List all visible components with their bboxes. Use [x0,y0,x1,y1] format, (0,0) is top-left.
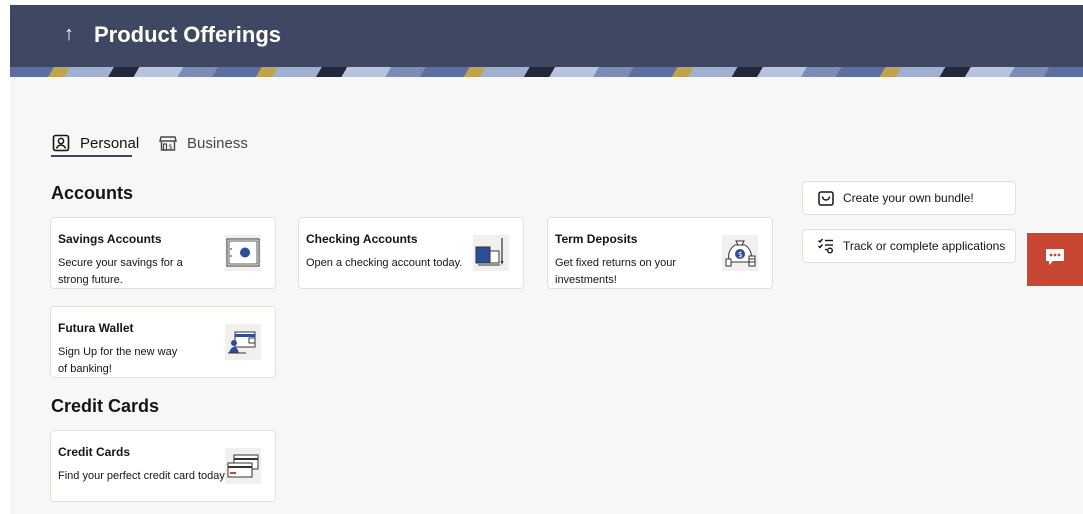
tab-personal-label: Personal [80,134,140,152]
page-frame: ↑ Product Offerings Personal $ Business … [10,5,1083,514]
track-applications-label: Track or complete applications [843,239,1006,253]
product-card-checking-accounts[interactable]: Checking Accounts Open a checking accoun… [298,217,524,289]
page-header: ↑ Product Offerings [10,5,1083,77]
card-title: Credit Cards [58,445,131,459]
card-title: Checking Accounts [306,232,418,246]
money-bag-icon: $ [721,234,759,272]
wallet-icon [224,323,262,361]
page-title: Product Offerings [94,22,282,47]
tab-business[interactable]: $ Business [159,129,248,157]
product-card-savings-accounts[interactable]: Savings Accounts Secure your savings for… [50,217,276,289]
svg-text:$: $ [168,143,172,151]
create-bundle-label: Create your own bundle! [843,191,974,205]
card-description: Secure your savings for a strong future. [58,257,183,286]
back-button[interactable]: ↑ [60,22,78,46]
credit-card-icon [224,447,262,485]
product-card-futura-wallet[interactable]: Futura Wallet Sign Up for the new way of… [50,306,276,378]
shopping-bag-icon [817,189,835,207]
create-bundle-button[interactable]: Create your own bundle! [802,181,1016,215]
checkbook-icon [472,234,510,272]
person-id-icon [52,134,70,152]
storefront-icon: $ [159,134,177,152]
section-title-credit-cards: Credit Cards [51,396,160,416]
card-title: Term Deposits [555,232,638,246]
chat-widget-button[interactable] [1027,233,1083,286]
card-description: Sign Up for the new way of banking! [58,346,178,375]
card-title: Futura Wallet [58,321,134,335]
header-decorative-band [10,67,1083,77]
card-description: Find your perfect credit card today! [58,470,228,482]
card-description: Open a checking account today. [306,257,463,269]
product-card-term-deposits[interactable]: Term Deposits Get fixed returns on your … [547,217,773,289]
tab-selected-underline [51,155,132,157]
chat-bubble-icon [1044,247,1066,272]
svg-text:$: $ [738,250,743,259]
product-card-credit-cards[interactable]: Credit Cards Find your perfect credit ca… [50,430,276,502]
card-title: Savings Accounts [58,232,162,246]
section-title-accounts: Accounts [51,183,134,203]
tab-personal[interactable]: Personal [52,129,139,157]
tab-business-label: Business [187,134,248,152]
card-description: Get fixed returns on your investments! [555,257,677,286]
safe-icon [224,234,262,272]
task-list-icon [817,237,835,255]
track-applications-button[interactable]: Track or complete applications [802,229,1016,263]
